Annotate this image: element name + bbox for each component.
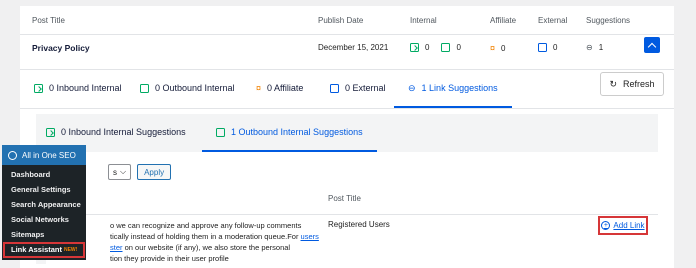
- outbound-icon: [216, 127, 225, 137]
- col-post-title[interactable]: Post Title: [32, 16, 65, 25]
- aioseo-icon: [8, 150, 17, 160]
- suggestion-tabs: 0 Inbound Internal Suggestions 1 Outboun…: [36, 114, 658, 152]
- register-link[interactable]: ster: [110, 243, 123, 252]
- new-badge: NEW!: [63, 247, 78, 253]
- affiliate-icon: ¤: [490, 43, 496, 53]
- tab-label: 1 Outbound Internal Suggestions: [231, 127, 363, 137]
- bulk-actions: s ⌵ Apply: [108, 164, 172, 180]
- inbound-icon: [46, 127, 55, 137]
- menu-item-link-assistant[interactable]: Link Assistant NEW!: [3, 242, 85, 258]
- col-suggestions: Suggestions: [586, 16, 631, 25]
- plus-circle-icon: +: [601, 221, 611, 230]
- suggested-post-title[interactable]: Registered Users: [328, 220, 390, 229]
- tab-link-suggestions[interactable]: ⊖ 1 Link Suggestions: [394, 70, 512, 108]
- tab-label: 1 Link Suggestions: [421, 83, 498, 93]
- menu-item-sitemaps[interactable]: Sitemaps: [2, 227, 86, 242]
- menu-item-dashboard[interactable]: Dashboard: [2, 167, 86, 182]
- tab-inbound-internal[interactable]: 0 Inbound Internal: [34, 70, 122, 106]
- col-external: External: [538, 16, 568, 25]
- aioseo-menu-title[interactable]: All in One SEO: [2, 145, 86, 165]
- tab-label: 0 Outbound Internal: [155, 83, 235, 93]
- tab-label: 0 Inbound Internal: [49, 83, 122, 93]
- affiliate-count: 0: [501, 43, 506, 53]
- tab-outbound-suggestions[interactable]: 1 Outbound Internal Suggestions: [202, 114, 377, 152]
- tab-label: 0 External: [345, 83, 386, 93]
- users-link[interactable]: users: [301, 232, 319, 241]
- col-internal: Internal: [410, 16, 437, 25]
- tab-label: 0 Inbound Internal Suggestions: [61, 127, 186, 137]
- suggestions-table: s ⌵ Apply Post Title o we can recognize …: [46, 152, 658, 264]
- external-icon: [538, 43, 547, 52]
- menu-item-search-appearance[interactable]: Search Appearance: [2, 197, 86, 212]
- inbound-icon: [34, 83, 43, 93]
- admin-sidebar-submenu: All in One SEO Dashboard General Setting…: [2, 145, 86, 260]
- add-link-button[interactable]: + Add Link: [598, 216, 648, 235]
- collapse-row-button[interactable]: [644, 37, 660, 53]
- outbound-icon: [441, 43, 451, 52]
- col-publish-date[interactable]: Publish Date: [318, 16, 363, 25]
- external-icon: [330, 83, 339, 93]
- refresh-icon: ↻: [609, 78, 618, 89]
- internal-outbound-count: 0: [456, 43, 461, 52]
- suggestions-section: 0 Inbound Internal Suggestions 1 Outboun…: [36, 114, 658, 264]
- table-header: Post Title Publish Date Internal Affilia…: [20, 6, 674, 35]
- divider: [46, 214, 658, 215]
- tab-external[interactable]: 0 External: [330, 70, 386, 106]
- apply-button[interactable]: Apply: [137, 164, 172, 180]
- col-post-title: Post Title: [328, 194, 361, 203]
- publish-date: December 15, 2021: [318, 43, 389, 52]
- chevron-down-icon: ⌵: [120, 167, 127, 176]
- link-tabs: 0 Inbound Internal 0 Outbound Internal ¤…: [20, 70, 674, 109]
- internal-inbound-count: 0: [425, 43, 430, 52]
- affiliate-icon: ¤: [256, 83, 262, 93]
- submenu-list: Dashboard General Settings Search Appear…: [2, 167, 86, 258]
- post-title[interactable]: Privacy Policy: [32, 43, 90, 53]
- link-icon: ⊖: [408, 82, 416, 93]
- external-count: 0: [553, 43, 558, 52]
- chevron-up-icon: [647, 42, 657, 51]
- tab-label: 0 Affiliate: [267, 83, 304, 93]
- suggestion-text: o we can recognize and approve any follo…: [110, 221, 319, 263]
- refresh-button[interactable]: ↻ Refresh: [600, 72, 664, 96]
- link-assistant-panel: Post Title Publish Date Internal Affilia…: [20, 6, 674, 268]
- link-icon: ⊖: [586, 43, 593, 52]
- menu-item-social-networks[interactable]: Social Networks: [2, 212, 86, 227]
- outbound-icon: [140, 83, 149, 93]
- col-affiliate: Affiliate: [490, 16, 517, 25]
- inbound-icon: [410, 43, 419, 52]
- tab-outbound-internal[interactable]: 0 Outbound Internal: [140, 70, 235, 106]
- suggestions-count: 1: [598, 43, 604, 52]
- bulk-action-select[interactable]: s ⌵: [108, 164, 132, 180]
- menu-item-general-settings[interactable]: General Settings: [2, 182, 86, 197]
- tab-affiliate[interactable]: ¤ 0 Affiliate: [256, 70, 303, 106]
- table-row: Privacy Policy December 15, 2021 0 0 ¤ 0 …: [20, 35, 674, 70]
